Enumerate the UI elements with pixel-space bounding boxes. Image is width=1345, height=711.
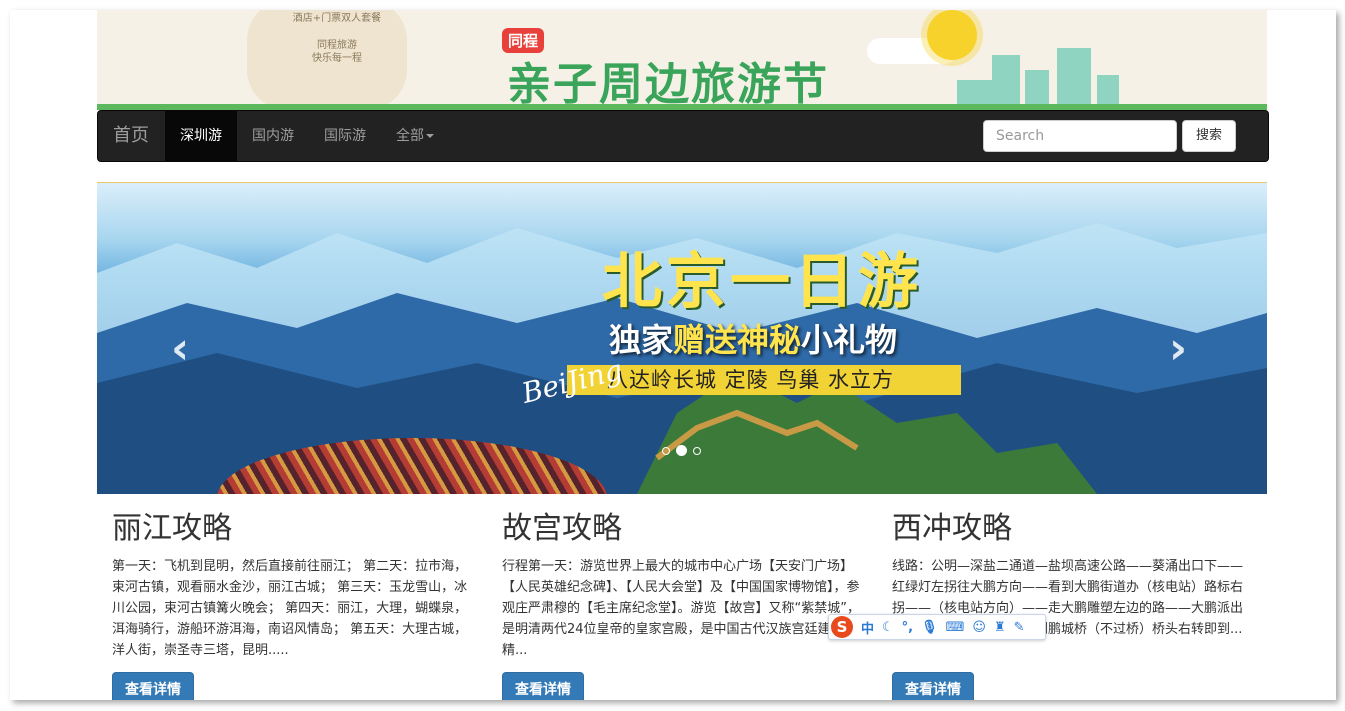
sun-icon [927, 10, 977, 60]
subtitle-part: 小礼物 [801, 321, 898, 359]
user-icon[interactable]: ☺ [972, 620, 986, 635]
card-text: 行程第一天：游览世界上最大的城市中心广场【天安门广场】【人民英雄纪念碑】、【人民… [502, 559, 860, 658]
nav-item-international[interactable]: 国际游 [309, 111, 381, 161]
view-details-button[interactable]: 查看详情 [502, 672, 584, 700]
view-details-button[interactable]: 查看详情 [892, 672, 974, 700]
banner-bubble-line: 同程旅游 [317, 40, 357, 51]
guide-card-palace: 故宫攻略 行程第一天：游览世界上最大的城市中心广场【天安门广场】【人民英雄纪念碑… [502, 510, 862, 700]
navbar: 首页 深圳游 国内游 国际游 全部 搜索 [97, 110, 1269, 162]
sogou-logo-icon[interactable]: S [831, 616, 853, 638]
carousel-next-icon[interactable]: › [1169, 323, 1187, 374]
carousel-prev-icon[interactable]: ‹ [171, 323, 189, 374]
ime-toolbar[interactable]: S 中 ☾ °, 🎙 ⌨ ☺ ♜ ✎ [828, 614, 1046, 640]
guide-card-lijiang: 丽江攻略 第一天：飞机到昆明，然后直接前往丽江； 第二天：拉市海，束河古镇，观看… [112, 510, 472, 700]
carousel-title: 北京一日游 [602, 247, 922, 317]
punctuation-icon[interactable]: °, [902, 620, 913, 635]
carousel-subtitle: 独家赠送神秘小礼物 [609, 315, 897, 361]
ime-mode-toggle[interactable]: 中 [861, 618, 874, 637]
caret-down-icon [426, 134, 434, 138]
nav-dropdown-label: 全部 [396, 128, 424, 144]
carousel-indicator-active[interactable] [676, 445, 687, 456]
building-icon [992, 55, 1020, 110]
search-button[interactable]: 搜索 [1182, 120, 1236, 152]
card-title: 丽江攻略 [112, 511, 232, 546]
keyboard-icon[interactable]: ⌨ [946, 620, 965, 635]
shirt-icon[interactable]: ♜ [994, 620, 1006, 635]
moon-icon[interactable]: ☾ [882, 620, 894, 635]
carousel-indicator[interactable] [662, 447, 670, 455]
top-banner[interactable]: 酒店+门票双人套餐 同程旅游 快乐每一程 同程 亲子周边旅游节 [97, 10, 1267, 110]
card-text: 线路：公明—深盐二通道—盐坝高速公路——葵涌出口下——红绿灯左拐往大鹏方向——看… [892, 559, 1244, 637]
banner-bubble-line: 快乐每一程 [312, 53, 362, 64]
carousel-places: 八达岭长城 定陵 鸟巢 水立方 [607, 368, 895, 392]
carousel-indicator[interactable] [693, 447, 701, 455]
guide-card-xichong: 西冲攻略 线路：公明—深盐二通道—盐坝高速公路——葵涌出口下——红绿灯左拐往大鹏… [892, 510, 1252, 700]
nav-dropdown-all[interactable]: 全部 [381, 111, 449, 161]
card-text: 第一天：飞机到昆明，然后直接前往丽江； 第二天：拉市海，束河古镇，观看丽水金沙，… [112, 559, 468, 658]
nav-brand-home[interactable]: 首页 [113, 111, 149, 161]
banner-bubble: 酒店+门票双人套餐 同程旅游 快乐每一程 [277, 12, 397, 65]
subtitle-highlight: 赠送神秘 [673, 321, 802, 359]
card-title: 西冲攻略 [892, 511, 1012, 546]
view-details-button[interactable]: 查看详情 [112, 672, 194, 700]
search-input[interactable] [983, 120, 1177, 152]
browser-viewport: 酒店+门票双人套餐 同程旅游 快乐每一程 同程 亲子周边旅游节 首页 深圳游 国… [10, 10, 1336, 700]
nav-item-domestic[interactable]: 国内游 [237, 111, 309, 161]
building-icon [1057, 48, 1091, 110]
banner-title: 亲子周边旅游节 [507, 59, 829, 110]
card-title: 故宫攻略 [502, 511, 622, 546]
nav-item-shenzhen[interactable]: 深圳游 [165, 111, 237, 161]
mic-icon[interactable]: 🎙 [921, 620, 938, 635]
carousel: 北京一日游 独家赠送神秘小礼物 八达岭长城 定陵 鸟巢 水立方 BeiJing … [97, 182, 1267, 494]
subtitle-part: 独家 [609, 321, 674, 359]
banner-bubble-line: 酒店+门票双人套餐 [292, 13, 382, 24]
wrench-icon[interactable]: ✎ [1014, 620, 1025, 635]
